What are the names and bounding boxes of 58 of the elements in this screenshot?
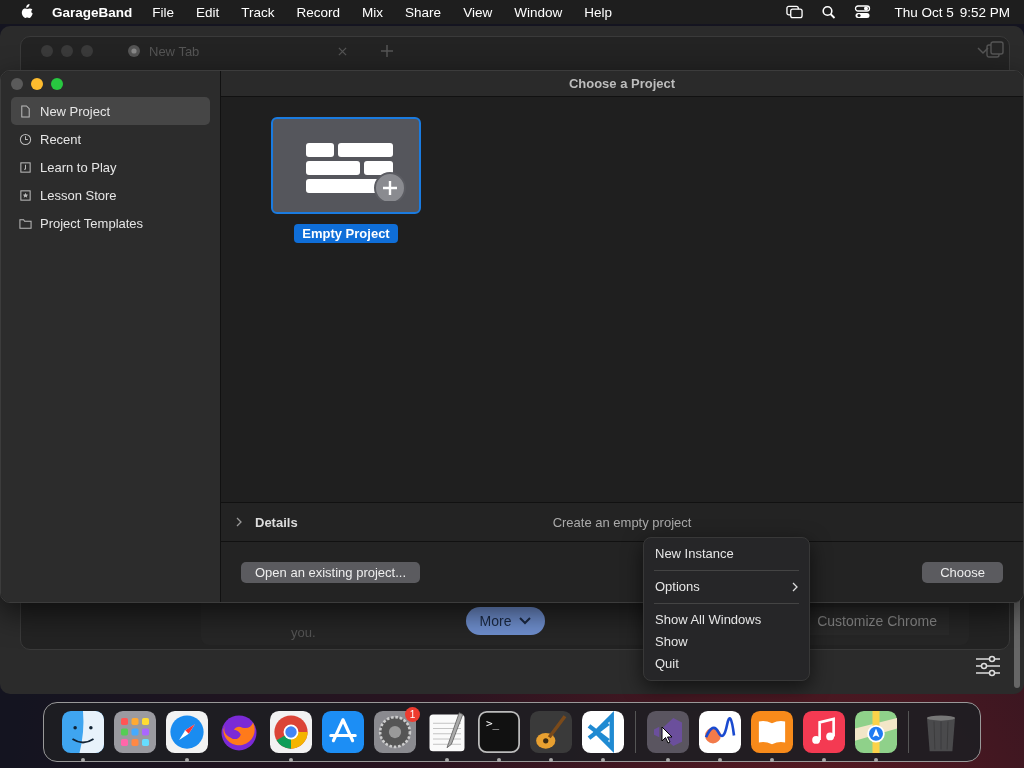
search-icon[interactable]: [820, 5, 838, 19]
project-label[interactable]: Empty Project: [294, 224, 398, 243]
compass-icon[interactable]: [166, 710, 208, 753]
menu-item[interactable]: View: [463, 4, 493, 20]
open-book-icon[interactable]: [751, 710, 793, 753]
guitar-icon[interactable]: [530, 710, 572, 753]
menu-item[interactable]: Track: [241, 4, 275, 20]
smiling-face-icon[interactable]: [62, 710, 104, 753]
chevron-right-icon: [792, 582, 798, 592]
minimize-window-icon[interactable]: [31, 78, 43, 90]
submenu-item[interactable]: Options: [644, 576, 809, 598]
globe-icon: [127, 44, 141, 58]
sidebar-item[interactable]: New Project: [11, 97, 210, 125]
whiteboard-icon[interactable]: [699, 710, 741, 753]
time-text[interactable]: 9:52 PM: [959, 4, 1010, 20]
date-text[interactable]: Thu Oct 5: [894, 4, 954, 20]
clock-icon: [19, 132, 32, 146]
menu-item[interactable]: Share: [405, 4, 442, 20]
terminal-icon[interactable]: >_: [478, 710, 520, 753]
menu-item[interactable]: File: [152, 4, 175, 20]
sidebar-item[interactable]: Recent: [11, 125, 210, 153]
windows-icon[interactable]: [786, 5, 804, 19]
toggles-icon[interactable]: [854, 5, 872, 19]
mouse-pointer-icon: [661, 726, 673, 744]
project-tile[interactable]: [271, 117, 421, 214]
menu-item[interactable]: Quit: [644, 653, 809, 675]
app-menu[interactable]: GarageBand: [52, 4, 133, 20]
window-title: Choose a Project: [568, 76, 676, 91]
app-grid-icon[interactable]: [114, 710, 156, 753]
apple-logo-icon[interactable]: [20, 4, 34, 20]
folder-icon: [19, 216, 32, 230]
menu-item[interactable]: Mix: [362, 4, 384, 20]
sliders-icon[interactable]: [975, 655, 1001, 677]
notification-badge: 1: [405, 706, 420, 722]
sidebar-item[interactable]: Project Templates: [11, 209, 210, 237]
menu-item[interactable]: Record: [296, 4, 341, 20]
document-icon: [19, 104, 32, 118]
project-description: Create an empty project: [552, 514, 692, 530]
map-icon[interactable]: [855, 710, 897, 753]
choose-button[interactable]: Choose: [922, 561, 1003, 583]
music-note-icon[interactable]: [803, 710, 845, 753]
details-label[interactable]: Details: [255, 514, 298, 530]
music-note-icon: [19, 160, 32, 174]
menu-item[interactable]: Help: [584, 4, 612, 20]
window-controls-icon: [41, 45, 93, 57]
menu-item[interactable]: Edit: [196, 4, 220, 20]
ribbon-logo-icon[interactable]: [647, 710, 689, 753]
app-store-icon[interactable]: [322, 710, 364, 753]
code-editor-icon[interactable]: [582, 710, 624, 753]
more-button[interactable]: More: [465, 607, 546, 635]
sidebar-item[interactable]: Lesson Store: [11, 181, 210, 209]
open-project-button[interactable]: Open an existing project...: [241, 561, 421, 583]
menu-item[interactable]: New Instance: [644, 543, 809, 565]
sidebar-item[interactable]: Learn to Play: [11, 153, 210, 181]
chevron-down-icon: [519, 617, 532, 625]
zoom-window-icon[interactable]: [51, 78, 63, 90]
ring-globe-icon[interactable]: [270, 710, 312, 753]
menu-item[interactable]: Window: [514, 4, 563, 20]
